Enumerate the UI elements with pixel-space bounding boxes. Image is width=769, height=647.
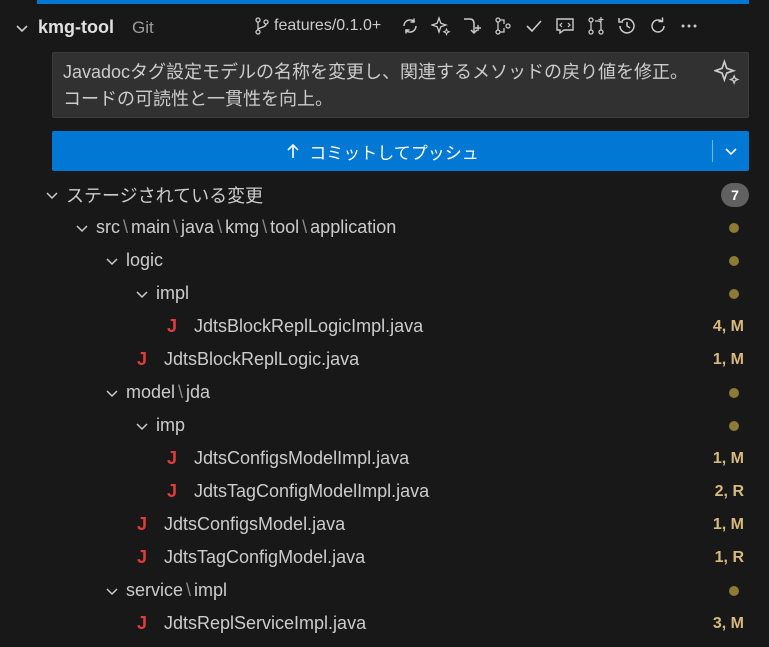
staged-count-badge: 7 bbox=[721, 182, 749, 207]
file-status: 3, M bbox=[712, 614, 744, 632]
java-file-icon: J bbox=[166, 448, 177, 468]
java-file-icon: J bbox=[166, 481, 177, 501]
java-file-icon: J bbox=[136, 349, 147, 369]
check-icon[interactable] bbox=[522, 14, 546, 38]
staged-changes-group[interactable]: ステージされている変更 7 bbox=[0, 178, 769, 211]
commit-message-input[interactable]: Javadocタグ設定モデルの名称を変更し、関連するメソッドの戻り値を修正。コー… bbox=[52, 52, 749, 118]
comment-icon[interactable] bbox=[553, 14, 577, 38]
tree-file[interactable]: J JdtsBlockReplLogic.java 1, M bbox=[0, 343, 769, 376]
file-name: JdtsTagConfigModel.java bbox=[164, 547, 366, 567]
active-indicator bbox=[37, 0, 749, 4]
tree-file[interactable]: J JdtsTagConfigModel.java 1, R bbox=[0, 541, 769, 574]
tree-folder-impl[interactable]: impl bbox=[0, 277, 769, 310]
folder-label: imp bbox=[156, 415, 186, 435]
pull-request-icon[interactable] bbox=[584, 14, 608, 38]
modified-dot bbox=[729, 288, 739, 299]
generate-message-sparkle-icon[interactable] bbox=[712, 59, 740, 93]
tree-folder-model-jda[interactable]: model \ jda bbox=[0, 376, 769, 409]
pull-icon[interactable] bbox=[460, 14, 484, 38]
tree-folder-logic[interactable]: logic bbox=[0, 244, 769, 277]
chevron-down-icon[interactable] bbox=[134, 286, 150, 302]
tree-folder-imp[interactable]: imp bbox=[0, 409, 769, 442]
file-name: JdtsConfigsModel.java bbox=[164, 514, 346, 534]
arrow-up-icon bbox=[287, 143, 299, 158]
scm-repo-header[interactable]: kmg-tool Git features/0.1.0+ bbox=[0, 8, 769, 48]
java-file-icon: J bbox=[136, 514, 147, 534]
file-name: JdtsBlockReplLogic.java bbox=[164, 349, 360, 369]
modified-dot bbox=[729, 255, 739, 266]
repo-name: kmg-tool bbox=[38, 17, 114, 37]
file-status: 1, R bbox=[714, 548, 744, 566]
file-name: JdtsTagConfigModelImpl.java bbox=[194, 481, 430, 501]
tree-file[interactable]: J JdtsConfigsModelImpl.java 1, M bbox=[0, 442, 769, 475]
commit-message-text: Javadocタグ設定モデルの名称を変更し、関連するメソッドの戻り値を修正。コー… bbox=[63, 62, 689, 109]
branch-compare-icon[interactable] bbox=[491, 14, 515, 38]
folder-label: logic bbox=[126, 250, 164, 270]
tree-folder-root[interactable]: src \ main \ java \ kmg \ tool \ application bbox=[0, 211, 769, 244]
branch-button[interactable]: features/0.1.0+ bbox=[254, 17, 381, 35]
file-status: 1, M bbox=[712, 515, 744, 533]
folder-path-label: src \ main \ java \ kmg \ tool \ application bbox=[96, 217, 397, 237]
java-file-icon: J bbox=[166, 316, 177, 336]
more-icon[interactable] bbox=[677, 14, 701, 38]
folder-label: impl bbox=[156, 283, 190, 303]
refresh-icon[interactable] bbox=[646, 14, 670, 38]
folder-path-label: model \ jda bbox=[126, 382, 211, 402]
java-file-icon: J bbox=[136, 613, 147, 633]
commit-button-label: コミットしてプッシュ bbox=[309, 143, 479, 163]
tree-file[interactable]: J JdtsBlockReplLogicImpl.java 4, M bbox=[0, 310, 769, 343]
repo-type: Git bbox=[132, 18, 154, 37]
folder-path-label: service \ impl bbox=[126, 580, 228, 600]
file-name: JdtsBlockReplLogicImpl.java bbox=[194, 316, 424, 336]
commit-and-push-button[interactable]: コミットしてプッシュ bbox=[52, 131, 749, 171]
chevron-down-icon[interactable] bbox=[104, 253, 120, 269]
file-status: 2, R bbox=[714, 482, 744, 500]
file-status: 4, M bbox=[712, 317, 744, 335]
staged-changes-label: ステージされている変更 bbox=[66, 185, 264, 206]
chevron-down-icon[interactable] bbox=[134, 418, 150, 434]
sync-icon[interactable] bbox=[398, 14, 422, 38]
commit-options-dropdown[interactable] bbox=[713, 131, 749, 171]
tree-file[interactable]: J JdtsTagConfigModelImpl.java 2, R bbox=[0, 475, 769, 508]
history-icon[interactable] bbox=[615, 14, 639, 38]
modified-dot bbox=[729, 387, 739, 398]
scm-toolbar bbox=[398, 14, 701, 38]
file-name: JdtsReplServiceImpl.java bbox=[164, 613, 367, 633]
chevron-down-icon[interactable] bbox=[104, 385, 120, 401]
chevron-down-icon[interactable] bbox=[44, 187, 60, 203]
modified-dot bbox=[729, 222, 739, 233]
java-file-icon: J bbox=[136, 547, 147, 567]
tree-folder-service-impl[interactable]: service \ impl bbox=[0, 574, 769, 607]
commit-and-push-main[interactable]: コミットしてプッシュ bbox=[52, 131, 712, 171]
chevron-down-icon[interactable] bbox=[14, 20, 30, 36]
chevron-down-icon bbox=[725, 148, 737, 156]
branch-name: features/0.1.0+ bbox=[274, 17, 382, 34]
file-status: 1, M bbox=[712, 449, 744, 467]
chevron-down-icon[interactable] bbox=[104, 583, 120, 599]
sparkle-icon[interactable] bbox=[429, 14, 453, 38]
tree-file[interactable]: J JdtsConfigsModel.java 1, M bbox=[0, 508, 769, 541]
file-status: 1, M bbox=[712, 350, 744, 368]
file-name: JdtsConfigsModelImpl.java bbox=[194, 448, 410, 468]
modified-dot bbox=[729, 420, 739, 431]
tree-file[interactable]: J JdtsReplServiceImpl.java 3, M bbox=[0, 607, 769, 640]
chevron-down-icon[interactable] bbox=[74, 220, 90, 236]
branch-icon bbox=[255, 17, 269, 35]
modified-dot bbox=[729, 585, 739, 596]
